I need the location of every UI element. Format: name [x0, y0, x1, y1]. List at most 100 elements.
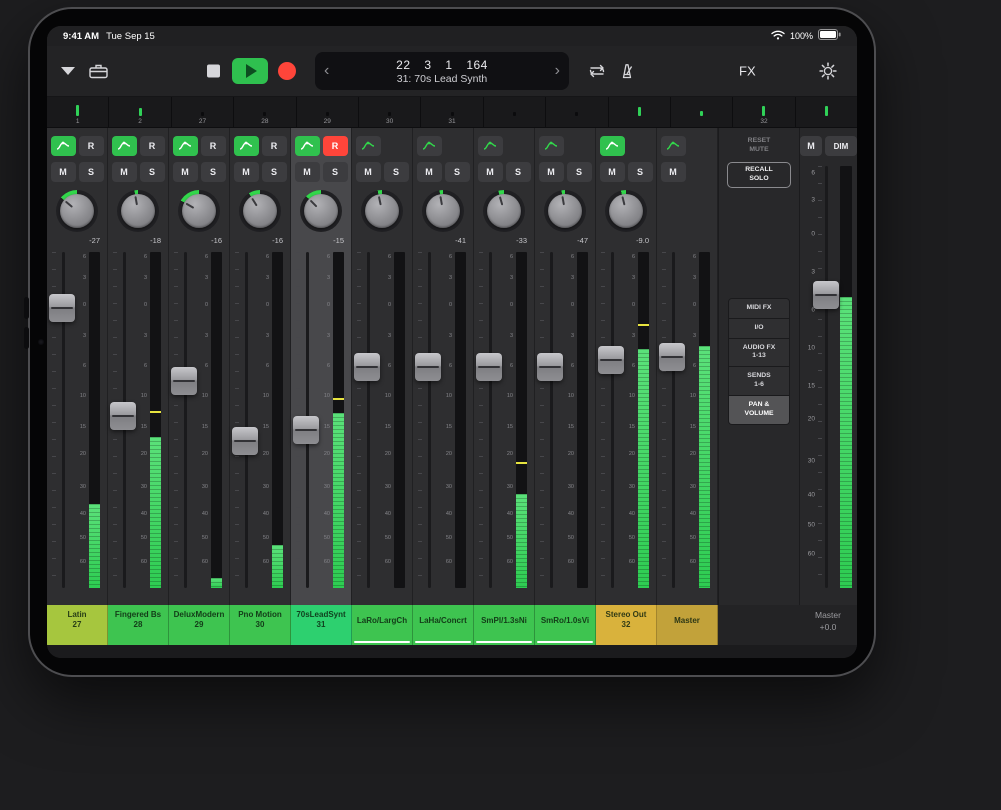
mute-button[interactable]: M — [234, 162, 259, 182]
metronome-button[interactable] — [619, 63, 635, 79]
solo-button[interactable]: S — [628, 162, 653, 182]
automation-button[interactable] — [539, 136, 564, 156]
overview-track-cell[interactable] — [609, 97, 671, 127]
lcd-prev-icon[interactable]: ‹ — [315, 63, 338, 79]
panel-section-i-o[interactable]: I/O — [729, 319, 789, 339]
loop-browser-icon[interactable] — [89, 64, 108, 79]
overview-track-cell[interactable] — [796, 97, 857, 127]
overview-track-cell[interactable]: 2 — [109, 97, 171, 127]
pan-knob[interactable] — [56, 190, 98, 232]
panel-section-midi-fx[interactable]: MIDI FX — [729, 299, 789, 319]
lcd-display[interactable]: ‹ 22 3 1 164 31: 70s Lead Synth › — [315, 52, 569, 90]
fader-track[interactable] — [489, 252, 492, 589]
fader-cap[interactable] — [232, 427, 258, 455]
overview-track-cell[interactable] — [546, 97, 608, 127]
solo-button[interactable]: S — [384, 162, 409, 182]
fader-track[interactable] — [550, 252, 553, 589]
record-enable-button[interactable]: R — [140, 136, 165, 156]
mute-button[interactable]: M — [51, 162, 76, 182]
automation-button[interactable] — [356, 136, 381, 156]
mute-button[interactable]: M — [417, 162, 442, 182]
solo-button[interactable]: S — [140, 162, 165, 182]
pan-knob[interactable] — [605, 190, 647, 232]
overview-track-cell[interactable]: 1 — [47, 97, 109, 127]
fader-cap[interactable] — [415, 353, 441, 381]
pan-knob[interactable] — [544, 190, 586, 232]
overview-track-cell[interactable]: 30 — [359, 97, 421, 127]
track-name-cell[interactable]: Master — [657, 605, 718, 645]
solo-button[interactable]: S — [445, 162, 470, 182]
mute-button[interactable]: M — [295, 162, 320, 182]
fader-cap[interactable] — [598, 346, 624, 374]
track-name-cell[interactable]: 70sLeadSynt 31 — [291, 605, 352, 645]
fader-cap[interactable] — [537, 353, 563, 381]
track-name-cell[interactable]: DeluxModern 29 — [169, 605, 230, 645]
master-dim-button[interactable]: DIM — [825, 136, 857, 156]
mute-button[interactable]: M — [661, 162, 686, 182]
master-mute-button[interactable]: M — [800, 136, 822, 156]
pan-knob[interactable] — [483, 190, 525, 232]
reset-mute-button[interactable]: RESET MUTE — [727, 134, 791, 158]
panel-section-pan-[interactable]: PAN &VOLUME — [729, 396, 789, 424]
disclosure-triangle-icon[interactable] — [61, 67, 75, 75]
mute-button[interactable]: M — [112, 162, 137, 182]
mute-button[interactable]: M — [478, 162, 503, 182]
mute-button[interactable]: M — [173, 162, 198, 182]
stop-button[interactable] — [207, 65, 220, 78]
pan-knob[interactable] — [422, 190, 464, 232]
fader-track[interactable] — [611, 252, 614, 589]
overview-track-cell[interactable] — [671, 97, 733, 127]
overview-track-cell[interactable]: 28 — [234, 97, 296, 127]
track-name-cell[interactable]: Latin 27 — [47, 605, 108, 645]
pan-knob[interactable] — [117, 190, 159, 232]
fader-cap[interactable] — [659, 343, 685, 371]
automation-button[interactable] — [417, 136, 442, 156]
fader-track[interactable] — [245, 252, 248, 589]
master-fader-track[interactable] — [825, 166, 828, 587]
track-name-cell[interactable]: LaRo/LargCh — [352, 605, 413, 645]
fader-track[interactable] — [672, 252, 675, 589]
master-fader-cap[interactable] — [813, 281, 839, 309]
record-enable-button[interactable]: R — [262, 136, 287, 156]
pan-knob[interactable] — [300, 190, 342, 232]
track-name-cell[interactable]: Pno Motion 30 — [230, 605, 291, 645]
record-button[interactable] — [278, 62, 296, 80]
overview-track-cell[interactable] — [484, 97, 546, 127]
play-button[interactable] — [232, 58, 268, 84]
pan-knob[interactable] — [178, 190, 220, 232]
fader-track[interactable] — [428, 252, 431, 589]
automation-button[interactable] — [600, 136, 625, 156]
recall-solo-button[interactable]: RECALL SOLO — [727, 162, 791, 188]
solo-button[interactable]: S — [506, 162, 531, 182]
settings-gear-icon[interactable] — [819, 62, 837, 80]
fx-button[interactable]: FX — [739, 64, 756, 79]
solo-button[interactable]: S — [79, 162, 104, 182]
mute-button[interactable]: M — [356, 162, 381, 182]
automation-button[interactable] — [234, 136, 259, 156]
mute-button[interactable]: M — [539, 162, 564, 182]
fader-cap[interactable] — [354, 353, 380, 381]
pan-knob[interactable] — [361, 190, 403, 232]
overview-track-cell[interactable]: 27 — [172, 97, 234, 127]
automation-button[interactable] — [51, 136, 76, 156]
cycle-button[interactable] — [587, 64, 607, 78]
track-name-cell[interactable]: LaHa/Concrt — [413, 605, 474, 645]
fader-cap[interactable] — [171, 367, 197, 395]
panel-section-audio-fx[interactable]: AUDIO FX1-13 — [729, 339, 789, 368]
record-enable-button[interactable]: R — [323, 136, 348, 156]
automation-button[interactable] — [661, 136, 686, 156]
overview-track-cell[interactable]: 32 — [733, 97, 795, 127]
fader-cap[interactable] — [476, 353, 502, 381]
automation-button[interactable] — [173, 136, 198, 156]
solo-button[interactable]: S — [201, 162, 226, 182]
automation-button[interactable] — [112, 136, 137, 156]
fader-cap[interactable] — [110, 402, 136, 430]
record-enable-button[interactable]: R — [201, 136, 226, 156]
overview-track-cell[interactable]: 31 — [421, 97, 483, 127]
fader-cap[interactable] — [293, 416, 319, 444]
overview-track-cell[interactable]: 29 — [297, 97, 359, 127]
solo-button[interactable]: S — [323, 162, 348, 182]
track-name-cell[interactable]: Fingered Bs 28 — [108, 605, 169, 645]
lcd-next-icon[interactable]: › — [546, 63, 569, 79]
fader-track[interactable] — [184, 252, 187, 589]
